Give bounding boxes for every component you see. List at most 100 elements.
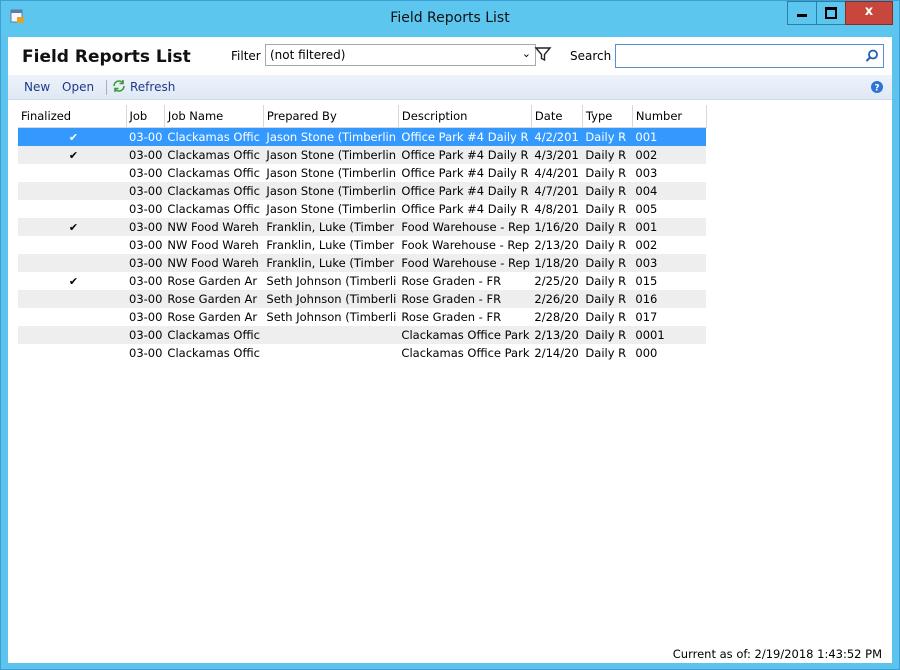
window-title: Field Reports List: [390, 10, 510, 26]
finalized-check-icon: [18, 236, 126, 254]
finalized-check-icon: [18, 344, 126, 362]
open-button[interactable]: Open: [62, 80, 94, 94]
cell-description: Clackamas Office Park: [398, 344, 532, 362]
column-header[interactable]: Job Name: [164, 105, 264, 128]
cell-description: Office Park #4 Daily R: [398, 127, 532, 146]
table-row[interactable]: 03-00 Clackamas Offic Jason Stone (Timberl…: [18, 182, 707, 200]
title-bar[interactable]: Field Reports List x: [1, 1, 899, 37]
cell-date: 2/13/20: [531, 326, 583, 344]
cell-number: 003: [632, 164, 707, 182]
table-row[interactable]: 03-00 Rose Garden Ar Seth Johnson (Timberl…: [18, 290, 707, 308]
chevron-down-icon[interactable]: ⌄: [522, 47, 531, 60]
column-header[interactable]: Type: [582, 105, 633, 128]
table-row[interactable]: 03-00 NW Food Wareh Franklin, Luke (Timber…: [18, 236, 707, 254]
search-input[interactable]: [615, 44, 884, 68]
cell-job-name: Clackamas Offic: [164, 344, 264, 362]
maximize-button[interactable]: [816, 1, 846, 25]
svg-text:?: ?: [874, 84, 879, 94]
cell-type: Daily R: [582, 272, 633, 290]
cell-job: 03-00: [126, 200, 165, 218]
finalized-check-icon: [18, 200, 126, 218]
table-header-row: Finalized Job Job Name Prepared By Descripti…: [18, 105, 707, 128]
table-row[interactable]: 03-00 Clackamas Offic Jason Stone (Timberl…: [18, 200, 707, 218]
table-row[interactable]: 03-00 NW Food Wareh Franklin, Luke (Timber…: [18, 254, 707, 272]
cell-job: 03-00: [126, 254, 165, 272]
close-icon: x: [864, 4, 874, 19]
cell-prepared-by: Jason Stone (Timberlin: [263, 182, 399, 200]
cell-job: 03-00: [126, 236, 165, 254]
cell-date: 4/4/201: [531, 164, 583, 182]
finalized-check-icon: [18, 326, 126, 344]
search-icon[interactable]: [864, 48, 880, 64]
cell-date: 1/16/20: [531, 218, 583, 236]
cell-type: Daily R: [582, 236, 633, 254]
reports-table: Finalized Job Job Name Prepared By Descripti…: [18, 105, 707, 362]
column-header[interactable]: Number: [632, 105, 707, 128]
cell-description: Rose Graden - FR: [398, 290, 532, 308]
finalized-check-icon: [18, 308, 126, 326]
table-body: ✔ 03-00 Clackamas Offic Jason Stone (Timber…: [18, 127, 707, 362]
cell-type: Daily R: [582, 127, 633, 146]
finalized-check-icon: [18, 254, 126, 272]
cell-job: 03-00: [126, 182, 165, 200]
cell-type: Daily R: [582, 218, 633, 236]
cell-description: Office Park #4 Daily R: [398, 146, 532, 164]
new-button[interactable]: New: [24, 80, 50, 94]
table-row[interactable]: ✔ 03-00 Rose Garden Ar Seth Johnson (Timber…: [18, 272, 707, 290]
cell-job: 03-00: [126, 308, 165, 326]
table-row[interactable]: 03-00 Clackamas Offic Clackamas Office Par…: [18, 344, 707, 362]
cell-description: Fook Warehouse - Rep: [398, 236, 532, 254]
column-header[interactable]: Job: [126, 105, 165, 128]
cell-description: Clackamas Office Park: [398, 326, 532, 344]
cell-job-name: Clackamas Offic: [164, 326, 264, 344]
column-header[interactable]: Description: [398, 105, 532, 128]
cell-number: 017: [632, 308, 707, 326]
table-row[interactable]: ✔ 03-00 NW Food Wareh Franklin, Luke (Timbe…: [18, 218, 707, 236]
cell-job-name: Clackamas Offic: [164, 200, 264, 218]
cell-number: 002: [632, 236, 707, 254]
table-row[interactable]: ✔ 03-00 Clackamas Offic Jason Stone (Timber…: [18, 146, 707, 164]
cell-date: 2/25/20: [531, 272, 583, 290]
table-row[interactable]: 03-00 Clackamas Offic Clackamas Office Par…: [18, 326, 707, 344]
funnel-icon[interactable]: [534, 45, 552, 63]
cell-number: 003: [632, 254, 707, 272]
cell-job-name: Rose Garden Ar: [164, 272, 264, 290]
cell-job-name: NW Food Wareh: [164, 218, 264, 236]
column-header[interactable]: Date: [531, 105, 583, 128]
cell-job-name: Clackamas Offic: [164, 127, 264, 146]
minimize-button[interactable]: [787, 1, 817, 25]
refresh-button[interactable]: Refresh: [130, 80, 175, 94]
cell-number: 016: [632, 290, 707, 308]
status-bar: Current as of: 2/19/2018 1:43:52 PM: [8, 645, 892, 663]
cell-prepared-by: [263, 326, 399, 344]
cell-job-name: Rose Garden Ar: [164, 308, 264, 326]
refresh-icon[interactable]: [112, 79, 126, 93]
column-header[interactable]: Prepared By: [263, 105, 399, 128]
cell-type: Daily R: [582, 308, 633, 326]
cell-job-name: Clackamas Offic: [164, 164, 264, 182]
cell-job: 03-00: [126, 344, 165, 362]
filter-dropdown[interactable]: (not filtered) ⌄: [265, 44, 536, 66]
cell-job: 03-00: [126, 218, 165, 236]
table-row[interactable]: 03-00 Clackamas Offic Jason Stone (Timberl…: [18, 164, 707, 182]
cell-date: 2/26/20: [531, 290, 583, 308]
column-header[interactable]: Finalized: [18, 105, 127, 128]
cell-job-name: NW Food Wareh: [164, 254, 264, 272]
cell-date: 2/14/20: [531, 344, 583, 362]
cell-prepared-by: Jason Stone (Timberlin: [263, 146, 399, 164]
cell-number: 0001: [632, 326, 707, 344]
cell-prepared-by: Jason Stone (Timberlin: [263, 127, 399, 146]
help-icon[interactable]: ?: [870, 80, 884, 94]
cell-date: 4/3/201: [531, 146, 583, 164]
cell-number: 004: [632, 182, 707, 200]
table-row[interactable]: ✔ 03-00 Clackamas Offic Jason Stone (Timber…: [18, 127, 707, 146]
cell-job: 03-00: [126, 272, 165, 290]
cell-prepared-by: Franklin, Luke (Timber: [263, 254, 399, 272]
finalized-check-icon: ✔: [18, 127, 126, 146]
cell-date: 4/8/201: [531, 200, 583, 218]
finalized-check-icon: [18, 182, 126, 200]
cell-number: 001: [632, 127, 707, 146]
cell-type: Daily R: [582, 164, 633, 182]
table-row[interactable]: 03-00 Rose Garden Ar Seth Johnson (Timberl…: [18, 308, 707, 326]
close-button[interactable]: x: [845, 1, 893, 25]
